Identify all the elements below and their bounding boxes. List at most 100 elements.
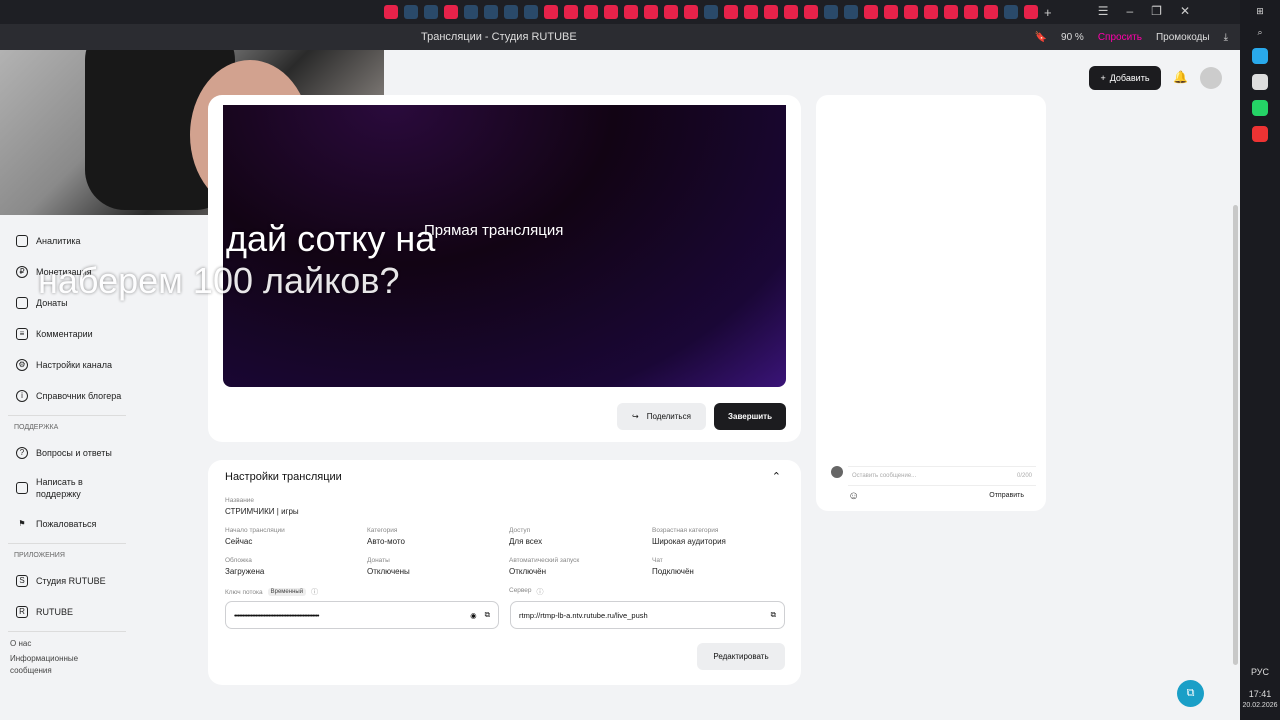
help-icon[interactable]: ⓘ [537,587,544,597]
sidebar-item-analytics[interactable]: Аналитика [0,225,200,256]
gear-icon: ⚙ [16,358,28,371]
field-value: Отключены [367,567,410,576]
wallet-icon [16,296,28,309]
ask-button[interactable]: Спросить [1098,32,1142,43]
footer-info[interactable]: Информационные сообщения [0,653,80,677]
plus-icon: + [1100,73,1106,83]
field-value: Широкая аудитория [652,537,726,546]
ruble-icon: ₽ [16,265,28,278]
emoji-icon[interactable]: ☺ [848,490,859,502]
support-chat-button[interactable]: ⧉ [1177,680,1204,707]
field-label: Возрастная категория [652,527,719,534]
studio-logo-icon: S [16,574,28,587]
sidebar-item-blogger-guide[interactable]: i Справочник блогера [0,380,200,411]
char-counter: 0/200 [1016,473,1032,479]
bell-icon[interactable]: 🔔 [1173,70,1188,84]
stream-key-value: ••••••••••••••••••••••••••••••••••••••••… [234,610,320,620]
settings-title: Настройки трансляции [225,471,342,483]
avatar[interactable] [1200,67,1222,89]
whatsapp-icon[interactable] [1252,100,1268,116]
download-icon[interactable]: ⤓ [1224,32,1228,43]
close-icon[interactable]: ✕ [1180,4,1190,18]
app-icon[interactable] [1252,126,1268,142]
copy-icon[interactable]: ⧉ [771,610,776,620]
sidebar-item-contact-support[interactable]: Написать в поддержку [0,468,200,508]
clock-time: 17:41 [1248,689,1272,699]
field-value: Авто-мото [367,537,405,546]
windows-icon[interactable]: ⊞ [1256,6,1264,17]
overlay-caption-2: наберем 100 лайков? [38,260,400,301]
sidebar-item-rutube[interactable]: R RUTUBE [0,596,200,627]
temporary-badge: Временный [267,588,307,596]
sidebar-item-comments[interactable]: ≡ Комментарии [0,318,200,349]
os-taskbar: ⊞ ⌕ РУС 17:41 20.02.2026 [1240,0,1280,720]
rutube-logo-icon: R [16,605,28,618]
field-label: Обложка [225,557,252,564]
address-bar[interactable]: Трансляции - Студия RUTUBE 🔖 90 % Спроси… [384,24,1240,50]
live-label: Прямая трансляция [424,222,564,239]
avatar [831,466,843,478]
page-title: Трансляции - Студия RUTUBE [421,31,577,43]
promo-button[interactable]: Промокоды [1156,32,1210,43]
zoom-level[interactable]: 90 % [1061,32,1084,43]
yandex-icon[interactable] [1252,74,1268,90]
server-value: rtmp://rtmp-lb-a.ntv.rutube.ru/live_push [519,610,648,620]
stream-name: СТРИМЧИКИ | игры [225,507,299,516]
field-label: Категория [367,527,398,534]
comment-icon: ≡ [16,327,28,340]
apps-heading: ПРИЛОЖЕНИЯ [14,552,65,559]
telegram-icon[interactable] [1252,48,1268,64]
language-indicator[interactable]: РУС [1242,666,1277,678]
minimize-icon[interactable]: – [1126,4,1133,18]
field-value: Для всех [509,537,543,546]
name-label: Название [225,497,255,504]
stream-key-label: Ключ потока [225,588,263,596]
field-label: Чат [652,557,663,564]
field-label: Автоматический запуск [509,557,580,564]
share-button[interactable]: ↪ Поделиться [617,403,706,430]
mail-icon [16,482,28,494]
copy-icon[interactable]: ⧉ [485,610,490,620]
stream-settings-card: Настройки трансляции ⌃ Название СТРИМЧИКИ… [208,460,801,685]
server-label: Сервер [509,587,532,594]
server-field[interactable]: rtmp://rtmp-lb-a.ntv.rutube.ru/live_push… [510,601,785,629]
field-value: Подключён [652,567,694,576]
share-icon: ↪ [632,412,639,421]
info-icon: i [16,389,28,402]
stream-key-field[interactable]: ••••••••••••••••••••••••••••••••••••••••… [225,601,499,629]
browser-tab-strip[interactable]: + ☰ – ❐ ✕ [0,0,1240,24]
search-icon[interactable]: ⌕ [1257,27,1262,38]
field-value: Сейчас [225,537,253,546]
send-button[interactable]: Отправить [989,492,1024,499]
field-value: Отключён [509,567,547,576]
bookmark-icon[interactable]: 🔖 [1035,32,1047,43]
chart-icon [16,234,28,247]
scrollbar[interactable] [1233,205,1238,665]
field-label: Донаты [367,557,390,564]
footer-about[interactable]: О нас [0,638,200,650]
sidebar-item-report[interactable]: ⚑ Пожаловаться [0,508,200,539]
sidebar-item-faq[interactable]: ? Вопросы и ответы [0,437,200,468]
question-icon: ? [16,446,28,459]
support-heading: ПОДДЕРЖКА [14,424,59,431]
flag-icon: ⚑ [18,519,26,528]
clock-date: 20.02.2026 [1242,702,1278,709]
chat-panel: Оставить сообщение... 0/200 ☺ Отправить [816,95,1046,511]
add-button[interactable]: + Добавить [1089,66,1161,90]
overlay-caption-1: дай сотку на [226,218,436,259]
help-icon[interactable]: ⓘ [311,587,318,597]
chevron-up-icon[interactable]: ⌃ [772,470,781,483]
menu-icon[interactable]: ☰ [1098,4,1109,18]
field-label: Начало трансляции [225,527,285,534]
finish-button[interactable]: Завершить [714,403,786,430]
field-value: Загружена [225,567,265,576]
field-label: Доступ [509,527,531,534]
restore-icon[interactable]: ❐ [1151,4,1162,18]
chat-placeholder: Оставить сообщение... [852,473,917,479]
edit-button[interactable]: Редактировать [697,643,785,670]
eye-icon[interactable]: ◉ [470,611,477,620]
sidebar-item-studio[interactable]: S Студия RUTUBE [0,565,200,596]
new-tab-icon[interactable]: + [1044,5,1052,20]
sidebar-item-channel-settings[interactable]: ⚙ Настройки канала [0,349,200,380]
chat-input[interactable]: Оставить сообщение... 0/200 [848,466,1036,486]
